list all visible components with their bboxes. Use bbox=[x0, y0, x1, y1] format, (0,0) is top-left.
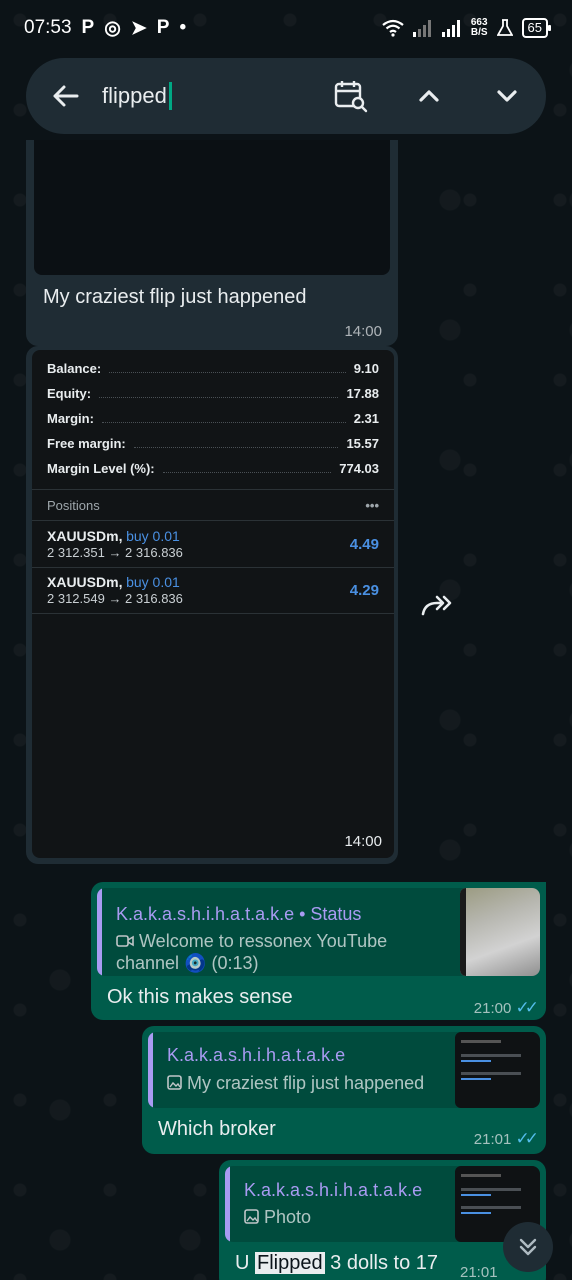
chevron-down-icon bbox=[497, 90, 517, 102]
quoted-message[interactable]: K.a.k.a.s.h.i.h.a.t.a.k.e My craziest fl… bbox=[148, 1032, 540, 1108]
flask-icon bbox=[496, 19, 513, 36]
telegram-icon: ➤ bbox=[130, 17, 147, 39]
signal-icon-2 bbox=[441, 20, 460, 37]
signal-icon-1 bbox=[412, 20, 431, 37]
double-chevron-down-icon bbox=[519, 1238, 537, 1256]
photo-thumbnail bbox=[455, 1032, 540, 1108]
clock: 07:53 bbox=[24, 17, 72, 38]
position-row: XAUUSDm, buy 0.01 2 312.549 → 2 316.836 … bbox=[32, 567, 394, 614]
read-receipt-icon: ✓✓ bbox=[515, 1129, 539, 1148]
quote-text: Photo bbox=[244, 1206, 311, 1228]
calendar-search-icon bbox=[334, 81, 368, 113]
message-time: 14:00 bbox=[344, 833, 382, 850]
scroll-to-bottom-button[interactable] bbox=[503, 1222, 553, 1272]
quote-text: Welcome to ressonex YouTube channel 🧿 (0… bbox=[116, 931, 388, 973]
search-input[interactable]: flipped bbox=[102, 82, 302, 110]
account-row-balance: Balance: 9.10 bbox=[47, 361, 379, 376]
trading-account-screenshot[interactable]: Balance: 9.10 Equity: 17.88 Margin: 2.31 Fr… bbox=[32, 350, 394, 858]
quoted-message[interactable]: K.a.k.a.s.h.i.h.a.t.a.k.e Photo bbox=[225, 1166, 540, 1242]
more-notifications-icon: • bbox=[179, 17, 187, 38]
chevron-up-icon bbox=[419, 90, 439, 102]
video-icon bbox=[116, 935, 134, 947]
message-time: 14:00 bbox=[344, 323, 382, 340]
account-row-equity: Equity: 17.88 bbox=[47, 386, 379, 401]
quote-text: My craziest flip just happened bbox=[167, 1072, 424, 1094]
photo-icon bbox=[167, 1075, 182, 1090]
account-row-margin-level: Margin Level (%): 774.03 bbox=[47, 461, 379, 476]
message-time: 21:00 ✓✓ bbox=[473, 998, 539, 1017]
read-receipt-icon: ✓✓ bbox=[515, 998, 539, 1017]
more-icon: ••• bbox=[365, 497, 379, 513]
forward-icon bbox=[421, 595, 452, 616]
account-row-margin: Margin: 2.31 bbox=[47, 411, 379, 426]
message-bubble-outgoing-2[interactable]: K.a.k.a.s.h.i.h.a.t.a.k.e My craziest fl… bbox=[142, 1026, 546, 1154]
message-bubble-incoming-1[interactable]: My craziest flip just happened 14:00 bbox=[26, 140, 398, 346]
text-caret bbox=[168, 82, 172, 110]
search-by-date-button[interactable] bbox=[334, 79, 368, 113]
instagram-icon: ◎ bbox=[104, 17, 121, 39]
previous-result-button[interactable] bbox=[412, 79, 446, 113]
back-arrow-icon bbox=[53, 85, 79, 107]
notification-icon-p2: P bbox=[156, 17, 170, 38]
quoted-status[interactable]: K.a.k.a.s.h.i.h.a.t.a.k.e • Status Welco… bbox=[97, 888, 540, 976]
message-text: Which broker bbox=[158, 1118, 276, 1140]
position-row: XAUUSDm, buy 0.01 2 312.351 → 2 316.836 … bbox=[32, 520, 394, 567]
battery-indicator: 65 bbox=[521, 18, 552, 38]
wifi-icon bbox=[382, 19, 404, 37]
message-caption: My craziest flip just happened bbox=[43, 286, 307, 308]
search-query: flipped bbox=[102, 83, 167, 108]
message-text: U Flipped 3 dolls to 17 bbox=[235, 1252, 439, 1274]
account-row-free-margin: Free margin: 15.57 bbox=[47, 436, 379, 451]
message-photo[interactable] bbox=[34, 140, 390, 275]
message-time: 21:01 bbox=[460, 1264, 498, 1280]
next-result-button[interactable] bbox=[490, 79, 524, 113]
status-bar: 07:53 P ◎ ➤ P • 663 B/S 65 bbox=[0, 0, 572, 56]
search-match-highlight: Flipped bbox=[255, 1252, 325, 1274]
status-thumbnail bbox=[460, 888, 540, 976]
message-text: Ok this makes sense bbox=[107, 986, 293, 1008]
photo-icon bbox=[244, 1209, 259, 1224]
message-time: 21:01 ✓✓ bbox=[473, 1129, 539, 1148]
positions-header: Positions ••• bbox=[47, 497, 379, 513]
notification-icon-p: P bbox=[81, 17, 95, 38]
search-bar: flipped bbox=[26, 58, 546, 134]
quote-author: K.a.k.a.s.h.i.h.a.t.a.k.e bbox=[244, 1180, 423, 1200]
quote-author: K.a.k.a.s.h.i.h.a.t.a.k.e • Status bbox=[116, 904, 362, 924]
back-button[interactable] bbox=[48, 79, 82, 113]
quote-author: K.a.k.a.s.h.i.h.a.t.a.k.e bbox=[167, 1045, 346, 1065]
network-speed: 663 B/S bbox=[470, 17, 488, 38]
message-bubble-outgoing-3[interactable]: K.a.k.a.s.h.i.h.a.t.a.k.e Photo U Flippe… bbox=[219, 1160, 546, 1280]
message-bubble-outgoing-1[interactable]: K.a.k.a.s.h.i.h.a.t.a.k.e • Status Welco… bbox=[91, 882, 546, 1020]
forward-button[interactable] bbox=[420, 592, 454, 625]
